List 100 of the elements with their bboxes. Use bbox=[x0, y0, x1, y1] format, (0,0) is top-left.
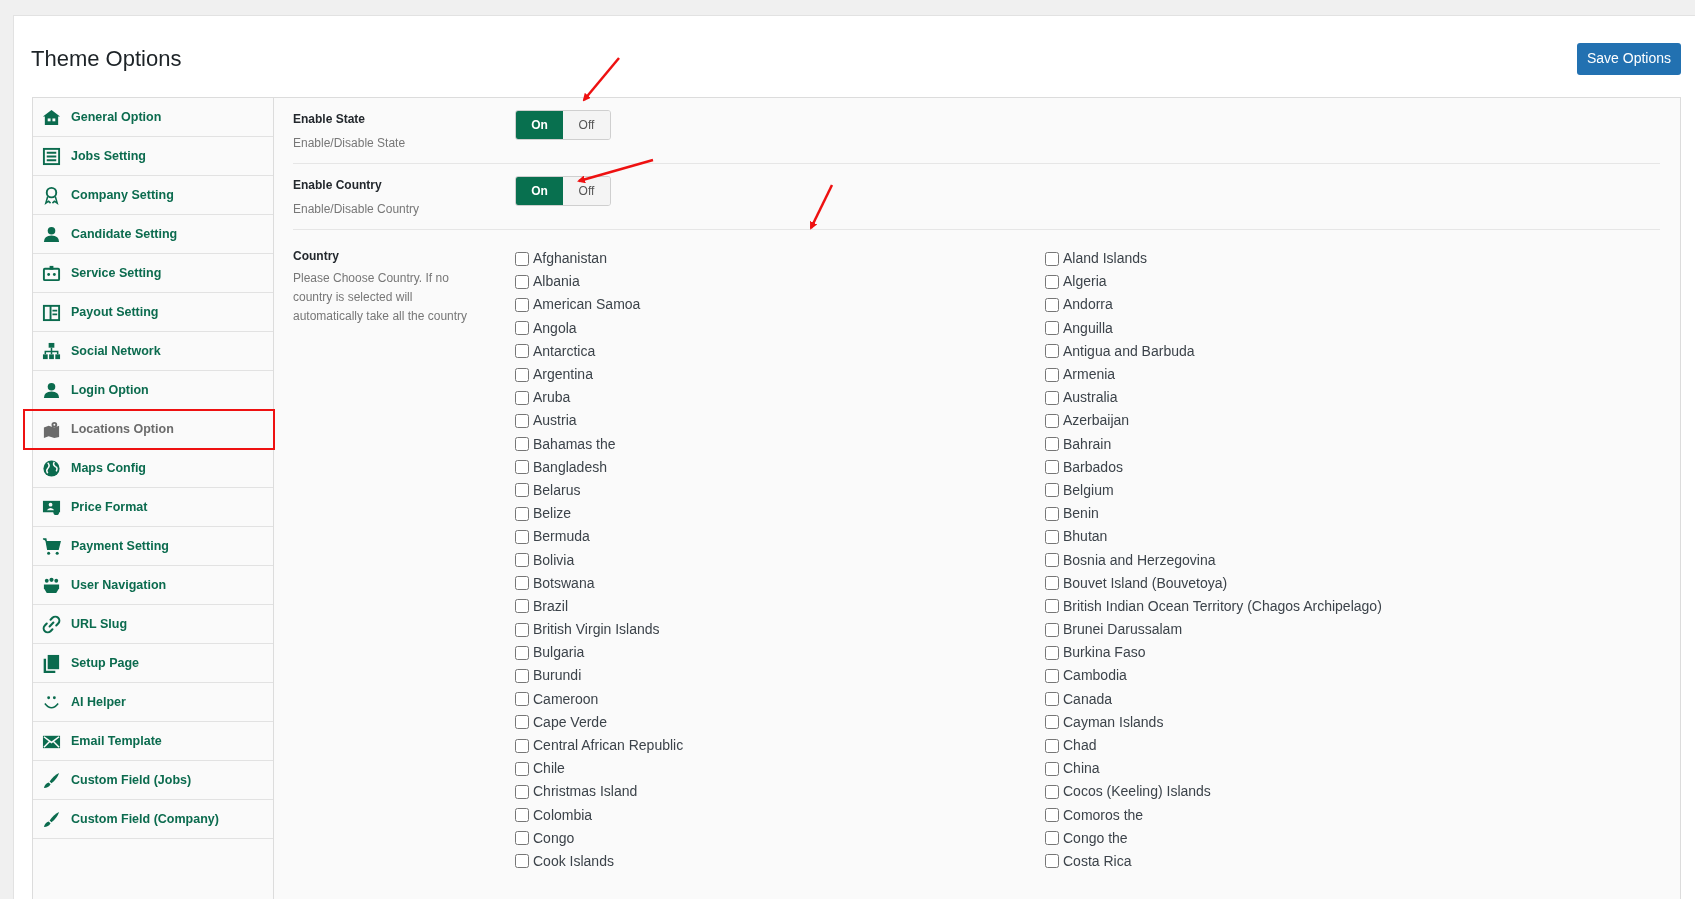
country-checkbox[interactable] bbox=[1045, 599, 1059, 614]
on-toggle-button[interactable]: On bbox=[516, 110, 563, 139]
country-checkbox[interactable] bbox=[515, 413, 529, 428]
country-checkbox[interactable] bbox=[1045, 784, 1059, 799]
country-checkbox[interactable] bbox=[1045, 622, 1059, 637]
country-checkbox[interactable] bbox=[1045, 413, 1059, 428]
country-checkbox[interactable] bbox=[515, 390, 529, 405]
sidebar-item[interactable]: Setup Page bbox=[33, 644, 273, 683]
country-checkbox[interactable] bbox=[515, 854, 529, 869]
brush-icon bbox=[42, 770, 61, 790]
country-checkbox[interactable] bbox=[1045, 251, 1059, 266]
country-checkbox[interactable] bbox=[515, 761, 529, 776]
country-name: Bahrain bbox=[1063, 434, 1112, 454]
setting-label: Enable State bbox=[293, 110, 367, 128]
country-checkbox[interactable] bbox=[1045, 321, 1059, 336]
country-checkbox[interactable] bbox=[515, 367, 529, 382]
country-checkbox[interactable] bbox=[1045, 274, 1059, 289]
off-toggle-button[interactable]: Off bbox=[563, 110, 610, 139]
country-checkbox[interactable] bbox=[515, 599, 529, 614]
country-checkbox[interactable] bbox=[1045, 506, 1059, 521]
user-icon bbox=[42, 380, 61, 400]
sidebar-item[interactable]: Candidate Setting bbox=[33, 215, 273, 254]
sidebar-item[interactable]: Jobs Setting bbox=[33, 137, 273, 176]
sidebar-item[interactable]: Maps Config bbox=[33, 449, 273, 488]
country-checkbox[interactable] bbox=[1045, 854, 1059, 869]
sidebar-item[interactable]: General Option bbox=[33, 98, 273, 137]
sidebar-item[interactable]: URL Slug bbox=[33, 605, 273, 644]
sidebar-item[interactable]: Payout Setting bbox=[33, 293, 273, 332]
map-pin-icon bbox=[42, 419, 61, 439]
country-checkbox[interactable] bbox=[1045, 692, 1059, 707]
country-name: Algeria bbox=[1063, 272, 1107, 292]
country-checkbox[interactable] bbox=[515, 437, 529, 452]
country-checkbox[interactable] bbox=[515, 692, 529, 707]
country-checkbox[interactable] bbox=[515, 576, 529, 591]
country-checkbox[interactable] bbox=[515, 668, 529, 683]
country-checkbox[interactable] bbox=[1045, 668, 1059, 683]
country-checkbox[interactable] bbox=[515, 808, 529, 823]
country-checkbox[interactable] bbox=[515, 483, 529, 498]
country-name: Andorra bbox=[1063, 295, 1113, 315]
country-name: Argentina bbox=[533, 365, 593, 385]
sidebar-item[interactable]: Email Template bbox=[33, 722, 273, 761]
country-checkbox[interactable] bbox=[1045, 483, 1059, 498]
country-checkbox[interactable] bbox=[1045, 529, 1059, 544]
users-icon bbox=[42, 575, 61, 595]
sidebar-item[interactable]: Payment Setting bbox=[33, 527, 273, 566]
country-checkbox[interactable] bbox=[515, 645, 529, 660]
country-checkbox[interactable] bbox=[515, 529, 529, 544]
country-checkbox[interactable] bbox=[1045, 367, 1059, 382]
country-checkbox[interactable] bbox=[515, 738, 529, 753]
country-checkbox[interactable] bbox=[1045, 460, 1059, 475]
sidebar-item[interactable]: Price Format bbox=[33, 488, 273, 527]
country-name: Brunei Darussalam bbox=[1063, 620, 1183, 640]
country-checkbox[interactable] bbox=[1045, 831, 1059, 846]
off-toggle-button[interactable]: Off bbox=[563, 176, 610, 205]
country-checkbox[interactable] bbox=[1045, 738, 1059, 753]
save-options-button[interactable]: Save Options bbox=[1576, 42, 1681, 75]
sidebar-item[interactable]: Custom Field (Jobs) bbox=[33, 761, 273, 800]
country-checkbox[interactable] bbox=[515, 460, 529, 475]
country-name: Benin bbox=[1063, 504, 1099, 524]
country-checkbox[interactable] bbox=[1045, 553, 1059, 568]
country-name: Congo bbox=[533, 828, 575, 848]
sidebar-item[interactable]: Social Network bbox=[33, 332, 273, 371]
sidebar-item[interactable]: Service Setting bbox=[33, 254, 273, 293]
country-checkbox[interactable] bbox=[515, 274, 529, 289]
country-name: Armenia bbox=[1063, 365, 1116, 385]
country-checkbox[interactable] bbox=[1045, 761, 1059, 776]
country-checkbox[interactable] bbox=[515, 297, 529, 312]
country-checkbox[interactable] bbox=[515, 344, 529, 359]
sidebar-item[interactable]: Login Option bbox=[33, 371, 273, 410]
country-checkbox[interactable] bbox=[515, 784, 529, 799]
country-checkbox[interactable] bbox=[1045, 645, 1059, 660]
country-checkbox[interactable] bbox=[515, 321, 529, 336]
country-checkbox[interactable] bbox=[1045, 344, 1059, 359]
country-name: Congo the bbox=[1063, 828, 1128, 848]
country-checkbox[interactable] bbox=[1045, 808, 1059, 823]
sidebar-item[interactable]: Company Setting bbox=[33, 176, 273, 215]
pages-icon bbox=[42, 653, 61, 673]
country-checkbox[interactable] bbox=[1045, 715, 1059, 730]
country-name: Costa Rica bbox=[1063, 851, 1132, 871]
country-checkbox[interactable] bbox=[1045, 437, 1059, 452]
sidebar-item[interactable]: Custom Field (Company) bbox=[33, 800, 273, 839]
country-checkbox[interactable] bbox=[1045, 390, 1059, 405]
on-toggle-button[interactable]: On bbox=[516, 176, 563, 205]
country-name: Chile bbox=[533, 759, 565, 779]
country-checkbox[interactable] bbox=[515, 506, 529, 521]
country-checkbox[interactable] bbox=[515, 715, 529, 730]
country-checkbox[interactable] bbox=[515, 553, 529, 568]
country-name: Antarctica bbox=[533, 341, 596, 361]
country-checkbox[interactable] bbox=[515, 622, 529, 637]
country-checkbox[interactable] bbox=[515, 831, 529, 846]
country-name: Belize bbox=[533, 504, 572, 524]
country-checkbox[interactable] bbox=[515, 251, 529, 266]
globe-icon bbox=[42, 458, 61, 478]
country-name: Belgium bbox=[1063, 480, 1114, 500]
country-name: Anguilla bbox=[1063, 318, 1113, 338]
sidebar-item[interactable]: User Navigation bbox=[33, 566, 273, 605]
country-checkbox[interactable] bbox=[1045, 297, 1059, 312]
sidebar-item[interactable]: Locations Option bbox=[33, 410, 273, 449]
country-checkbox[interactable] bbox=[1045, 576, 1059, 591]
sidebar-item[interactable]: AI Helper bbox=[33, 683, 273, 722]
